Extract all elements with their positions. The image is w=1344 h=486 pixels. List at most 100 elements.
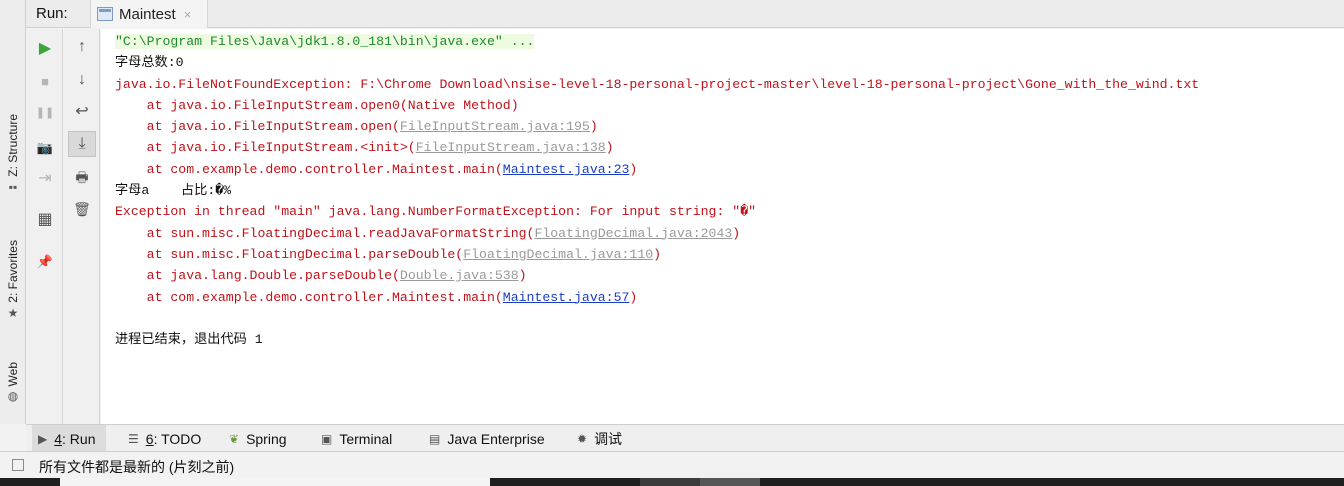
list-icon: ☰	[128, 431, 139, 446]
close-paren: )	[629, 161, 638, 177]
stack-frame: at java.io.FileInputStream.<init>(FileIn…	[101, 137, 1344, 158]
tab-spring-label: Spring	[246, 430, 287, 447]
rerun-button[interactable]: ▶	[31, 36, 59, 62]
taskbar-edge	[0, 478, 1344, 486]
tab-run-label: : Run	[62, 430, 96, 447]
printer-icon: 🖶	[75, 169, 89, 185]
pause-button[interactable]: ❚❚	[31, 100, 59, 126]
soft-wrap-icon: ↩	[75, 103, 89, 120]
source-link[interactable]: Double.java:538	[400, 268, 519, 283]
source-link[interactable]: Maintest.java:57	[503, 290, 630, 305]
layout-button[interactable]: ▦	[31, 207, 59, 233]
terminal-icon: ▣	[321, 431, 333, 446]
down-button[interactable]: ↓	[68, 67, 96, 93]
tab-debug-label: 调试	[594, 430, 623, 447]
run-icon: ▶	[38, 431, 48, 446]
panel-toggle-icon[interactable]	[12, 459, 24, 471]
stack-frame-text: at java.lang.Double.parseDouble(	[115, 268, 400, 284]
tab-run[interactable]: ▶ 4: Run	[32, 425, 106, 452]
tab-todo[interactable]: ☰ 6: TODO	[122, 425, 207, 452]
exit-icon: ⇥	[38, 170, 52, 187]
scroll-to-end-button[interactable]: ⤓	[68, 131, 96, 157]
taskbar-segment	[700, 478, 760, 486]
output-line-total: 字母总数:0	[115, 55, 184, 71]
stack-frame: at com.example.demo.controller.Maintest.…	[101, 159, 1344, 180]
web-tab-label: Web	[6, 362, 20, 387]
clear-button[interactable]: 🗑	[68, 196, 96, 222]
tab-spring[interactable]: ❦ Spring	[223, 425, 293, 452]
close-paren: )	[605, 140, 614, 156]
stack-frame-text: at java.io.FileInputStream.<init>(	[115, 140, 416, 156]
stack-frame: at sun.misc.FloatingDecimal.parseDouble(…	[101, 244, 1344, 265]
print-button[interactable]: 🖶	[68, 164, 96, 190]
source-link[interactable]: FloatingDecimal.java:110	[463, 247, 653, 262]
stack-frame: at sun.misc.FloatingDecimal.readJavaForm…	[101, 223, 1344, 244]
trash-icon: 🗑	[73, 201, 91, 217]
exception-line: java.io.FileNotFoundException: F:\Chrome…	[115, 76, 1200, 92]
tab-run-key: 4	[54, 430, 63, 447]
spring-leaf-icon: ❦	[229, 431, 240, 446]
soft-wrap-button[interactable]: ↩	[68, 99, 96, 125]
pin-icon: 📌	[36, 253, 54, 269]
taskbar-segment	[60, 478, 490, 486]
stack-frame: at com.example.demo.controller.Maintest.…	[101, 287, 1344, 308]
status-text: 所有文件都是最新的 (片刻之前)	[39, 459, 235, 475]
pause-icon: ❚❚	[35, 106, 55, 119]
run-toolbar-secondary: ↑ ↓ ↩ ⤓ 🖶 🗑	[64, 29, 100, 424]
ide-window: Z: Structure ▪▪ 2: Favorites ★ Web ◍ Run…	[0, 0, 1344, 486]
run-toolbar-primary: ▶ ■ ❚❚ 📷 ⇥ ▦ 📌	[27, 29, 63, 424]
left-tool-strip: Z: Structure ▪▪ 2: Favorites ★ Web ◍	[0, 0, 26, 424]
scroll-to-end-icon: ⤓	[78, 135, 86, 152]
stack-frame-text: at sun.misc.FloatingDecimal.parseDouble(	[115, 246, 464, 262]
close-paren: )	[589, 119, 598, 135]
exception-line: Exception in thread "main" java.lang.Num…	[115, 204, 757, 220]
structure-tab-label: Z: Structure	[6, 114, 20, 177]
close-paren: )	[653, 246, 662, 262]
tab-java-enterprise[interactable]: ▤ Java Enterprise	[423, 425, 551, 452]
web-tab[interactable]: Web ◍	[0, 362, 26, 402]
close-paren: )	[518, 268, 527, 284]
arrow-down-icon: ↓	[78, 71, 86, 88]
tab-terminal[interactable]: ▣ Terminal	[315, 425, 398, 452]
taskbar-segment	[640, 478, 700, 486]
run-label: Run:	[36, 5, 68, 22]
source-link[interactable]: FloatingDecimal.java:2043	[534, 226, 732, 241]
camera-icon: 📷	[36, 139, 54, 155]
status-bar: 所有文件都是最新的 (片刻之前)	[0, 451, 1344, 478]
stack-frame-text: at com.example.demo.controller.Maintest.…	[115, 289, 503, 305]
source-link[interactable]: FileInputStream.java:195	[400, 119, 590, 134]
tab-todo-key: 6	[145, 430, 154, 447]
stop-icon: ■	[41, 73, 49, 89]
java-enterprise-icon: ▤	[429, 431, 441, 446]
console-output[interactable]: "C:\Program Files\Java\jdk1.8.0_181\bin\…	[101, 29, 1344, 424]
stack-frame-text: at sun.misc.FloatingDecimal.readJavaForm…	[115, 225, 535, 241]
favorites-tab[interactable]: 2: Favorites ★	[0, 240, 26, 319]
command-text: "C:\Program Files\Java\jdk1.8.0_181\bin\…	[115, 34, 535, 49]
close-paren: )	[732, 225, 741, 241]
run-tab-maintest[interactable]: Maintest ×	[90, 0, 208, 28]
tab-java-enterprise-label: Java Enterprise	[447, 430, 545, 447]
stack-frame: at java.io.FileInputStream.open0(Native …	[115, 97, 519, 113]
stop-button[interactable]: ■	[31, 68, 59, 94]
run-header: Run: Maintest ×	[26, 0, 1344, 28]
pin-button[interactable]: 📌	[31, 248, 59, 274]
star-icon: ★	[7, 305, 19, 320]
run-tab-label: Maintest	[119, 5, 176, 23]
stack-frame-text: at java.io.FileInputStream.open(	[115, 119, 400, 135]
favorites-tab-label: 2: Favorites	[6, 240, 20, 303]
tab-debug[interactable]: ✹ 调试	[571, 425, 628, 452]
globe-icon: ◍	[7, 389, 19, 404]
up-button[interactable]: ↑	[68, 34, 96, 60]
structure-icon: ▪▪	[8, 179, 18, 194]
dump-threads-button[interactable]: 📷	[31, 134, 59, 160]
tool-window-bar: ▶ 4: Run ☰ 6: TODO ❦ Spring ▣ Terminal ▤ Java…	[26, 424, 1344, 452]
source-link[interactable]: Maintest.java:23	[503, 162, 630, 177]
output-line-ratio: 字母a 占比:�%	[115, 183, 232, 199]
source-link[interactable]: FileInputStream.java:138	[416, 140, 606, 155]
close-icon[interactable]: ×	[184, 7, 192, 22]
stack-frame: at java.lang.Double.parseDouble(Double.j…	[101, 265, 1344, 286]
exit-button[interactable]: ⇥	[31, 166, 59, 192]
structure-tab[interactable]: Z: Structure ▪▪	[0, 114, 26, 193]
window-icon	[97, 7, 113, 21]
